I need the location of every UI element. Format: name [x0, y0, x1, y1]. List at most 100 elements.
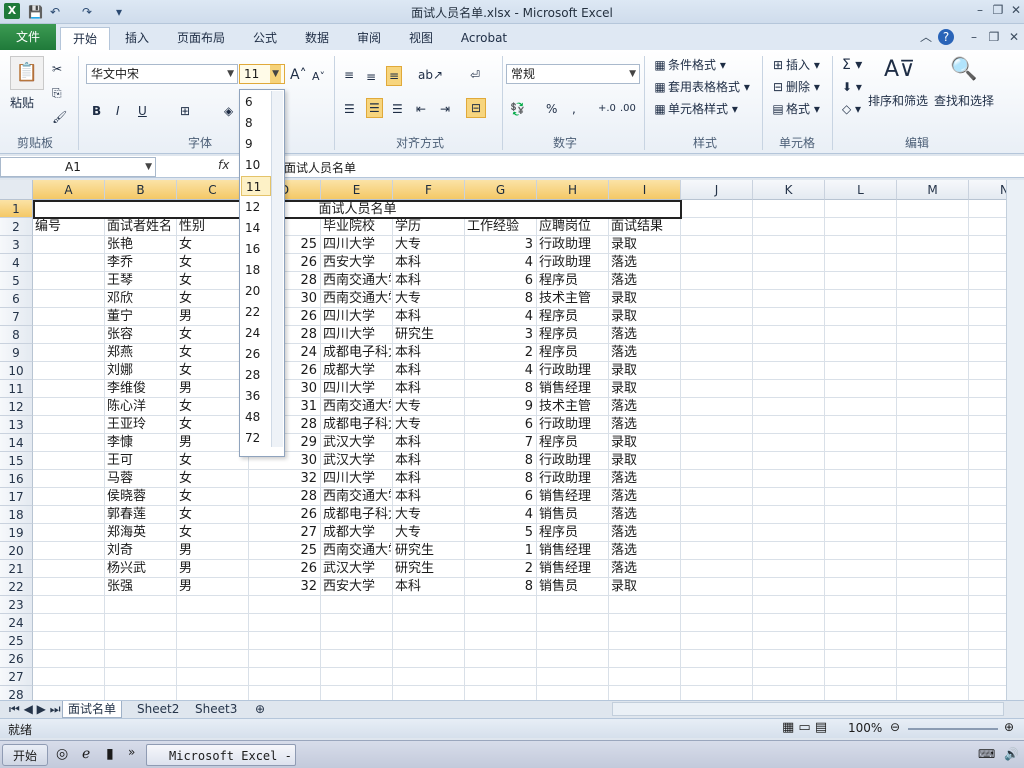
experience-cell[interactable]: 4: [467, 254, 535, 272]
position-cell[interactable]: 行政助理: [539, 236, 607, 254]
result-cell[interactable]: 落选: [611, 560, 679, 578]
position-cell[interactable]: 行政助理: [539, 452, 607, 470]
header-cell[interactable]: 性别: [179, 218, 247, 236]
delete-cells-button[interactable]: ⊟ 删除 ▾: [770, 78, 820, 96]
sheet-nav-icon[interactable]: ⏮ ◀ ▶ ⏭: [4, 701, 66, 718]
result-cell[interactable]: 录取: [611, 290, 679, 308]
dropdown-scrollbar[interactable]: [271, 91, 283, 447]
tab-acrobat[interactable]: Acrobat: [452, 27, 516, 50]
tab-file[interactable]: 文件: [0, 24, 56, 50]
font-size-option[interactable]: 28: [241, 365, 271, 385]
column-header-i[interactable]: I: [609, 180, 681, 200]
align-right-icon[interactable]: ☰: [392, 100, 403, 118]
wb-close-icon[interactable]: ✕: [1006, 29, 1022, 45]
education-cell[interactable]: 大专: [395, 290, 463, 308]
fill-color-icon[interactable]: ◈: [224, 102, 233, 120]
education-cell[interactable]: 大专: [395, 524, 463, 542]
column-header-g[interactable]: G: [465, 180, 537, 200]
column-header-n[interactable]: N: [969, 180, 1006, 200]
sheet-tab-1[interactable]: 面试名单: [62, 701, 123, 718]
tab-view[interactable]: 视图: [398, 27, 444, 50]
result-cell[interactable]: 录取: [611, 380, 679, 398]
decrease-indent-icon[interactable]: ⇤: [416, 100, 426, 118]
name-cell[interactable]: 郑海英: [107, 524, 175, 542]
position-cell[interactable]: 程序员: [539, 308, 607, 326]
row-header-21[interactable]: 21: [0, 560, 33, 578]
education-cell[interactable]: 本科: [395, 434, 463, 452]
school-cell[interactable]: 西南交通大学: [323, 488, 391, 506]
sort-filter-icon[interactable]: A⊽: [884, 56, 915, 84]
sheet-tab-2[interactable]: Sheet2: [132, 701, 184, 718]
position-cell[interactable]: 技术主管: [539, 398, 607, 416]
font-size-select[interactable]: 11 ▼: [239, 64, 285, 84]
education-cell[interactable]: 本科: [395, 254, 463, 272]
row-header-3[interactable]: 3: [0, 236, 33, 254]
number-format-select[interactable]: 常规 ▼: [506, 64, 640, 84]
position-cell[interactable]: 程序员: [539, 326, 607, 344]
select-all-corner[interactable]: [0, 180, 33, 200]
row-header-20[interactable]: 20: [0, 542, 33, 560]
font-size-option[interactable]: 8: [241, 113, 271, 133]
tab-data[interactable]: 数据: [294, 27, 340, 50]
result-cell[interactable]: 落选: [611, 272, 679, 290]
font-size-option[interactable]: 20: [241, 281, 271, 301]
row-header-9[interactable]: 9: [0, 344, 33, 362]
fill-icon[interactable]: ⬇ ▾: [842, 78, 862, 96]
row-header-26[interactable]: 26: [0, 650, 33, 668]
name-cell[interactable]: 李乔: [107, 254, 175, 272]
align-left-icon[interactable]: ☰: [344, 100, 355, 118]
school-cell[interactable]: 西南交通大学: [323, 398, 391, 416]
school-cell[interactable]: 成都电子科大: [323, 506, 391, 524]
font-name-select[interactable]: 华文中宋 ▼: [86, 64, 238, 84]
row-header-19[interactable]: 19: [0, 524, 33, 542]
name-cell[interactable]: 刘娜: [107, 362, 175, 380]
row-header-11[interactable]: 11: [0, 380, 33, 398]
position-cell[interactable]: 程序员: [539, 434, 607, 452]
experience-cell[interactable]: 8: [467, 578, 535, 596]
column-header-f[interactable]: F: [393, 180, 465, 200]
age-cell[interactable]: 25: [251, 542, 319, 560]
sex-cell[interactable]: 女: [179, 326, 247, 344]
media-icon[interactable]: ▮: [106, 746, 114, 762]
experience-cell[interactable]: 6: [467, 272, 535, 290]
close-icon[interactable]: ✕: [1008, 2, 1024, 18]
format-cells-button[interactable]: ▤ 格式 ▾: [770, 100, 820, 118]
column-header-h[interactable]: H: [537, 180, 609, 200]
column-header-l[interactable]: L: [825, 180, 897, 200]
name-cell[interactable]: 张容: [107, 326, 175, 344]
keyboard-icon[interactable]: ⌨: [978, 747, 995, 761]
school-cell[interactable]: 武汉大学: [323, 434, 391, 452]
sex-cell[interactable]: 女: [179, 452, 247, 470]
experience-cell[interactable]: 5: [467, 524, 535, 542]
experience-cell[interactable]: 7: [467, 434, 535, 452]
experience-cell[interactable]: 2: [467, 344, 535, 362]
align-center-icon[interactable]: ☰: [366, 98, 383, 118]
school-cell[interactable]: 西安大学: [323, 578, 391, 596]
start-button[interactable]: 开始: [2, 744, 48, 766]
experience-cell[interactable]: 6: [467, 416, 535, 434]
sex-cell[interactable]: 男: [179, 578, 247, 596]
position-cell[interactable]: 程序员: [539, 524, 607, 542]
sex-cell[interactable]: 男: [179, 434, 247, 452]
font-size-option[interactable]: 12: [241, 197, 271, 217]
font-size-option[interactable]: 22: [241, 302, 271, 322]
column-header-j[interactable]: J: [681, 180, 753, 200]
age-cell[interactable]: 26: [251, 506, 319, 524]
education-cell[interactable]: 本科: [395, 344, 463, 362]
insert-cells-button[interactable]: ⊞ 插入 ▾: [770, 56, 820, 74]
column-header-k[interactable]: K: [753, 180, 825, 200]
school-cell[interactable]: 成都电子科大: [323, 416, 391, 434]
speaker-icon[interactable]: 🔊: [1004, 747, 1019, 761]
find-select-icon[interactable]: 🔍: [950, 56, 977, 84]
education-cell[interactable]: 研究生: [395, 326, 463, 344]
school-cell[interactable]: 武汉大学: [323, 560, 391, 578]
sex-cell[interactable]: 男: [179, 308, 247, 326]
font-size-option[interactable]: 16: [241, 239, 271, 259]
sex-cell[interactable]: 女: [179, 236, 247, 254]
result-cell[interactable]: 录取: [611, 236, 679, 254]
zoom-slider[interactable]: [908, 728, 998, 730]
font-size-option[interactable]: 14: [241, 218, 271, 238]
zoom-in-icon[interactable]: ⊕: [1004, 720, 1014, 734]
experience-cell[interactable]: 8: [467, 380, 535, 398]
education-cell[interactable]: 本科: [395, 308, 463, 326]
